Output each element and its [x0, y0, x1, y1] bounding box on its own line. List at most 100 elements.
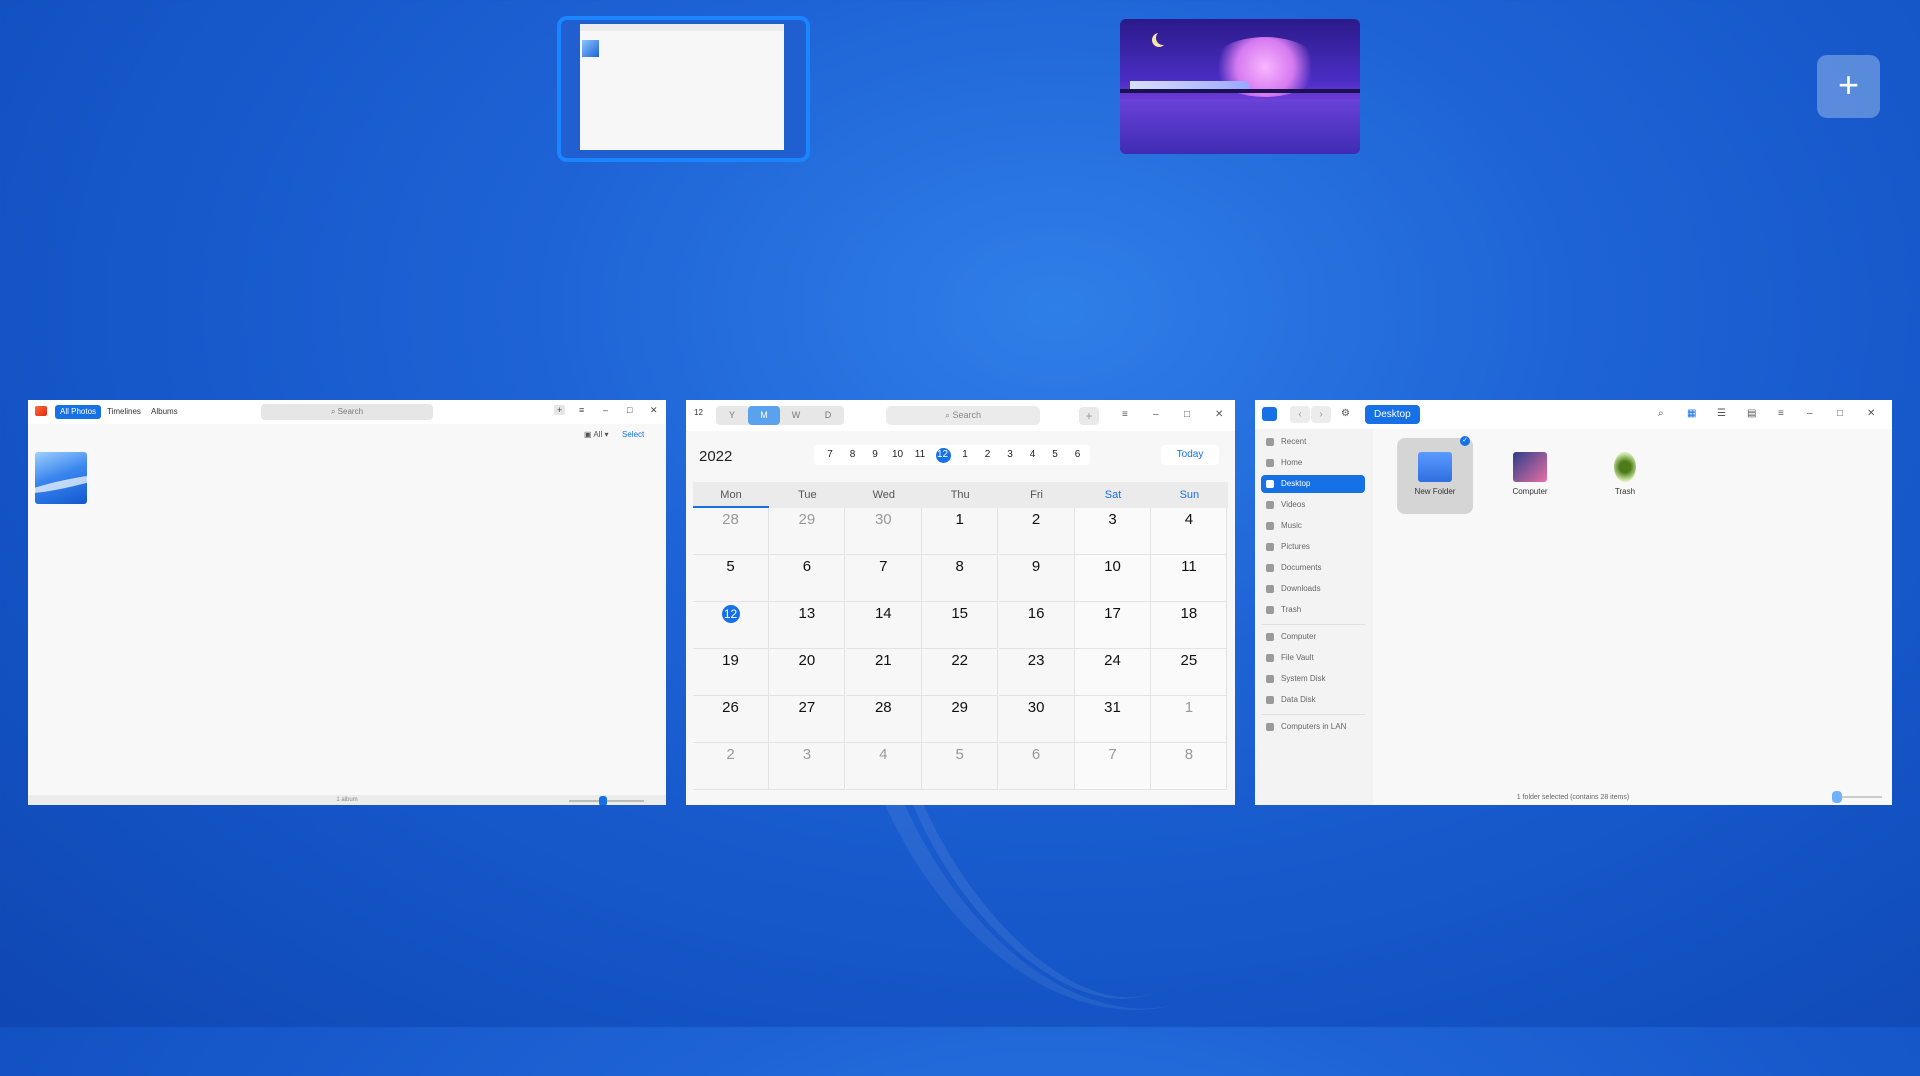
- view-tab-y[interactable]: Y: [716, 406, 748, 425]
- day-cell[interactable]: 25: [1151, 649, 1228, 696]
- day-cell[interactable]: 20: [769, 649, 846, 696]
- close-button[interactable]: ✕: [650, 405, 658, 416]
- day-cell[interactable]: 24: [1075, 649, 1151, 696]
- day-cell[interactable]: 11: [1151, 555, 1228, 602]
- day-cell[interactable]: 17: [1075, 602, 1151, 649]
- close-button[interactable]: ✕: [1867, 408, 1875, 419]
- back-button[interactable]: ‹: [1290, 406, 1310, 423]
- forward-button[interactable]: ›: [1311, 406, 1331, 423]
- sidebar-item-home[interactable]: Home: [1261, 454, 1365, 472]
- month-item[interactable]: 12: [932, 445, 954, 465]
- calendar-window[interactable]: 12 YMWD ⌕ Search + ≡ – □ ✕ 2022 7 8 9 10 11 1…: [686, 400, 1235, 805]
- month-item[interactable]: 9: [864, 445, 886, 465]
- day-cell[interactable]: 2: [998, 508, 1075, 555]
- filter-dropdown[interactable]: ▣ All ▾: [584, 430, 608, 439]
- day-cell[interactable]: 8: [922, 555, 999, 602]
- day-cell[interactable]: 21: [845, 649, 922, 696]
- day-cell[interactable]: 14: [845, 602, 922, 649]
- day-cell[interactable]: 23: [998, 649, 1075, 696]
- view-tab-m[interactable]: M: [748, 406, 780, 425]
- search-icon[interactable]: ⌕: [1658, 408, 1664, 419]
- day-cell[interactable]: 3: [1075, 508, 1151, 555]
- day-cell[interactable]: 5: [922, 743, 999, 790]
- file-item-computer[interactable]: Computer: [1492, 438, 1568, 514]
- photos-window[interactable]: All Photos Timelines Albums ⌕ Search + ≡…: [28, 400, 666, 805]
- day-cell[interactable]: 1: [1151, 696, 1228, 743]
- month-item[interactable]: 5: [1044, 445, 1066, 465]
- calendar-search-input[interactable]: ⌕ Search: [886, 406, 1040, 425]
- photo-thumbnail[interactable]: [35, 452, 87, 504]
- sidebar-item-trash[interactable]: Trash: [1261, 601, 1365, 619]
- month-item[interactable]: 3: [999, 445, 1021, 465]
- day-cell[interactable]: 19: [693, 649, 769, 696]
- workspace-1-thumbnail[interactable]: [557, 16, 810, 162]
- close-button[interactable]: ✕: [1215, 409, 1223, 420]
- zoom-slider-knob[interactable]: [599, 796, 607, 805]
- today-button[interactable]: Today: [1161, 445, 1219, 465]
- view-tab-d[interactable]: D: [812, 406, 844, 425]
- icon-view-button[interactable]: ▦: [1687, 408, 1696, 419]
- sidebar-item-desktop[interactable]: Desktop: [1261, 475, 1365, 493]
- day-cell[interactable]: 27: [769, 696, 846, 743]
- add-workspace-button[interactable]: +: [1817, 55, 1880, 118]
- day-cell[interactable]: 4: [845, 743, 922, 790]
- day-cell[interactable]: 28: [693, 508, 769, 555]
- import-button[interactable]: +: [554, 405, 566, 415]
- day-cell[interactable]: 7: [845, 555, 922, 602]
- day-cell[interactable]: 6: [998, 743, 1075, 790]
- settings-icon[interactable]: ⚙: [1341, 408, 1350, 419]
- zoom-slider[interactable]: [569, 796, 644, 805]
- select-button[interactable]: Select: [622, 430, 644, 439]
- day-cell[interactable]: 31: [1075, 696, 1151, 743]
- day-cell[interactable]: 5: [693, 555, 769, 602]
- day-cell[interactable]: 13: [769, 602, 846, 649]
- add-event-button[interactable]: +: [1079, 407, 1099, 425]
- day-cell[interactable]: 7: [1075, 743, 1151, 790]
- maximize-button[interactable]: □: [1184, 409, 1190, 420]
- month-item[interactable]: 6: [1067, 445, 1089, 465]
- sidebar-item-computers-in-lan[interactable]: Computers in LAN: [1261, 718, 1365, 736]
- list-view-button[interactable]: ☰: [1717, 408, 1726, 419]
- day-cell[interactable]: 2: [693, 743, 769, 790]
- icon-size-knob[interactable]: [1832, 791, 1842, 803]
- sidebar-item-downloads[interactable]: Downloads: [1261, 580, 1365, 598]
- photos-search-input[interactable]: ⌕ Search: [261, 404, 433, 420]
- day-cell[interactable]: 3: [769, 743, 846, 790]
- tab-all-photos[interactable]: All Photos: [55, 405, 102, 419]
- day-cell[interactable]: 9: [998, 555, 1075, 602]
- sidebar-item-computer[interactable]: Computer: [1261, 628, 1365, 646]
- day-cell[interactable]: 30: [998, 696, 1075, 743]
- tab-timelines[interactable]: Timelines: [107, 405, 141, 419]
- day-cell[interactable]: 4: [1151, 508, 1228, 555]
- sidebar-item-music[interactable]: Music: [1261, 517, 1365, 535]
- minimize-button[interactable]: –: [1153, 409, 1159, 420]
- sidebar-item-data-disk[interactable]: Data Disk: [1261, 691, 1365, 709]
- detail-view-button[interactable]: ▤: [1747, 408, 1756, 419]
- day-cell[interactable]: 22: [922, 649, 999, 696]
- day-cell[interactable]: 18: [1151, 602, 1228, 649]
- icon-size-slider[interactable]: [1832, 791, 1882, 803]
- sidebar-item-videos[interactable]: Videos: [1261, 496, 1365, 514]
- day-cell[interactable]: 16: [998, 602, 1075, 649]
- month-item[interactable]: 11: [909, 445, 931, 465]
- selected-day[interactable]: 12: [721, 605, 740, 623]
- breadcrumb[interactable]: Desktop: [1365, 405, 1420, 424]
- maximize-button[interactable]: □: [1837, 408, 1843, 419]
- day-cell[interactable]: 6: [769, 555, 846, 602]
- month-item[interactable]: 10: [887, 445, 909, 465]
- menu-icon[interactable]: ≡: [1122, 409, 1128, 420]
- sidebar-item-system-disk[interactable]: System Disk: [1261, 670, 1365, 688]
- menu-icon[interactable]: ≡: [1778, 408, 1784, 419]
- day-cell[interactable]: 26: [693, 696, 769, 743]
- day-cell[interactable]: 10: [1075, 555, 1151, 602]
- day-cell[interactable]: 29: [922, 696, 999, 743]
- day-cell[interactable]: 8: [1151, 743, 1228, 790]
- month-item[interactable]: 4: [1022, 445, 1044, 465]
- file-item-new-folder[interactable]: New Folder ✓: [1397, 436, 1473, 514]
- month-item[interactable]: 2: [977, 445, 999, 465]
- sidebar-item-file-vault[interactable]: File Vault: [1261, 649, 1365, 667]
- workspace-2-thumbnail[interactable]: [1120, 19, 1360, 154]
- menu-icon[interactable]: ≡: [579, 405, 584, 415]
- sidebar-item-documents[interactable]: Documents: [1261, 559, 1365, 577]
- month-item[interactable]: 8: [842, 445, 864, 465]
